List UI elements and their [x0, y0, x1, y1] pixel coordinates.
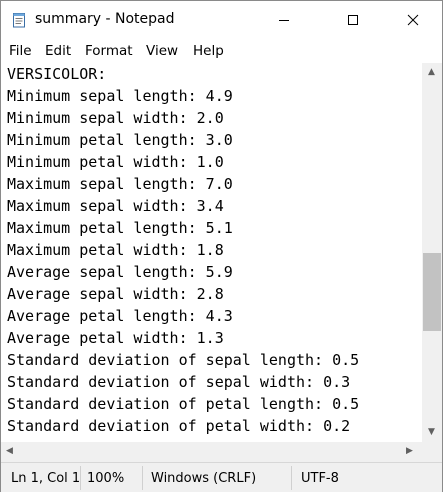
text-line: Average sepal length: 5.9: [7, 263, 233, 281]
line-ending: Windows (CRLF): [151, 471, 257, 486]
zoom-level: 100%: [87, 471, 125, 486]
status-divider: [142, 466, 143, 490]
menu-view[interactable]: View: [146, 43, 178, 59]
scroll-right-icon[interactable]: ▶: [406, 446, 413, 456]
horizontal-scrollbar[interactable]: ◀ ▶: [1, 442, 422, 462]
notepad-window: summary - Notepad File Edit Format View …: [0, 0, 443, 492]
text-line: Minimum sepal width: 2.0: [7, 109, 224, 127]
text-line: Average petal width: 1.3: [7, 329, 224, 347]
vertical-scroll-thumb[interactable]: [423, 253, 441, 331]
close-button[interactable]: [390, 1, 436, 39]
status-divider: [291, 466, 292, 490]
text-line: Average sepal width: 2.8: [7, 285, 224, 303]
menu-format[interactable]: Format: [85, 43, 133, 59]
menu-bar: File Edit Format View Help: [1, 39, 442, 63]
text-line: Standard deviation of petal width: 0.2: [7, 417, 351, 435]
minimize-button[interactable]: [261, 1, 307, 39]
text-line: Standard deviation of sepal length: 0.5: [7, 351, 360, 369]
window-title: summary - Notepad: [35, 11, 175, 27]
text-line: Maximum petal width: 1.8: [7, 241, 224, 259]
menu-edit[interactable]: Edit: [45, 43, 71, 59]
text-line: Minimum sepal length: 4.9: [7, 87, 233, 105]
menu-file[interactable]: File: [9, 43, 32, 59]
text-line: Maximum sepal width: 3.4: [7, 197, 224, 215]
text-line: Standard deviation of sepal width: 0.3: [7, 373, 351, 391]
vertical-scrollbar[interactable]: ▲ ▼: [422, 63, 442, 442]
maximize-icon: [348, 15, 358, 25]
minimize-icon: [279, 20, 289, 21]
text-line: Minimum petal length: 3.0: [7, 131, 233, 149]
scroll-down-icon[interactable]: ▼: [428, 427, 435, 437]
notepad-icon: [11, 12, 27, 28]
text-line: Minimum petal width: 1.0: [7, 153, 224, 171]
text-editor[interactable]: VERSICOLOR: Minimum sepal length: 4.9 Mi…: [1, 63, 422, 442]
scroll-up-icon[interactable]: ▲: [428, 67, 435, 77]
menu-help[interactable]: Help: [193, 43, 224, 59]
text-line: VERSICOLOR:: [7, 65, 107, 83]
cursor-position: Ln 1, Col 1: [11, 471, 81, 486]
maximize-button[interactable]: [330, 1, 376, 39]
scroll-left-icon[interactable]: ◀: [6, 446, 13, 456]
status-bar: Ln 1, Col 1 100% Windows (CRLF) UTF-8: [1, 462, 442, 492]
title-bar[interactable]: summary - Notepad: [1, 1, 442, 39]
text-line: Maximum sepal length: 7.0: [7, 175, 233, 193]
text-line: Average petal length: 4.3: [7, 307, 233, 325]
encoding: UTF-8: [301, 471, 339, 486]
close-icon: [407, 14, 419, 26]
text-line: Standard deviation of petal length: 0.5: [7, 395, 360, 413]
text-line: Maximum petal length: 5.1: [7, 219, 233, 237]
scrollbar-corner: [422, 442, 442, 462]
status-divider: [80, 466, 81, 490]
